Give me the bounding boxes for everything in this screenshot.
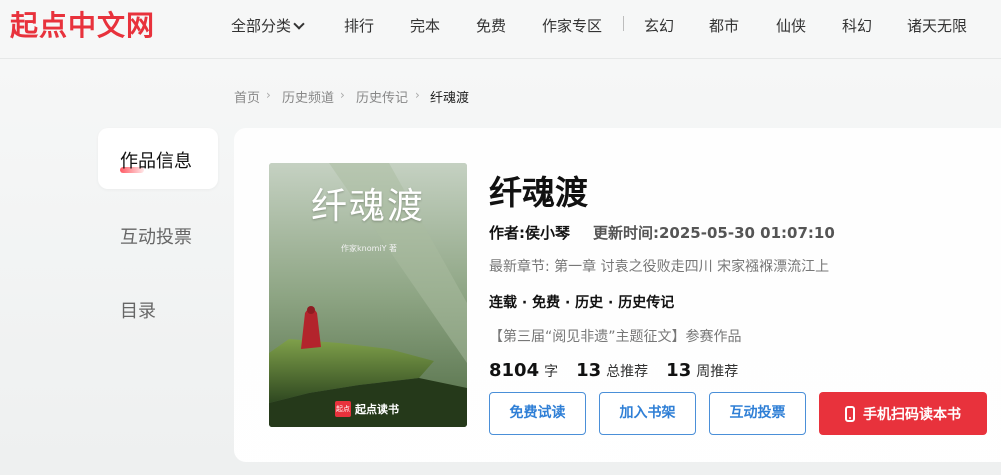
nav-genre-xuanhuan[interactable]: 玄幻 xyxy=(644,15,674,36)
side-tab-work-info-label: 作品信息 xyxy=(120,151,192,172)
site-logo[interactable]: 起点中文网 xyxy=(10,4,155,44)
word-count: 8104 xyxy=(489,360,540,381)
phone-icon xyxy=(845,405,855,422)
nav-item-ranking[interactable]: 排行 xyxy=(344,15,374,36)
chevron-right-icon: › xyxy=(340,88,345,102)
nav-genre-xianxia[interactable]: 仙侠 xyxy=(776,15,806,36)
tag-history[interactable]: 历史 xyxy=(575,295,603,311)
chevron-right-icon: › xyxy=(266,88,271,102)
weekly-recommend-label: 周推荐 xyxy=(696,364,739,380)
nav-all-categories[interactable]: 全部分类 xyxy=(231,15,305,36)
update-time: 2025-05-30 01:07:10 xyxy=(659,224,835,242)
vote-button[interactable]: 互动投票 xyxy=(709,392,806,435)
author-line: 作者:侯小琴 xyxy=(489,222,570,243)
latest-chapter-line: 最新章节: 第一章 讨袁之役败走四川 宋家襁褓漂流江上 xyxy=(489,256,829,276)
cover-author: 作家knomiY 著 xyxy=(341,244,398,253)
breadcrumb-history-channel[interactable]: 历史频道 xyxy=(282,87,334,106)
cover-badge: 起点 起点读书 xyxy=(335,401,399,417)
tag-free: 免费 xyxy=(532,295,561,311)
side-tab-vote[interactable]: 互动投票 xyxy=(120,223,192,249)
nav-genre-scifi[interactable]: 科幻 xyxy=(842,15,872,36)
total-recommend-count: 13 xyxy=(576,360,602,381)
latest-chapter-link[interactable]: 第一章 讨袁之役败走四川 宋家襁褓漂流江上 xyxy=(554,259,829,275)
author-label: 作者: xyxy=(489,224,525,242)
book-tags: 连载 · 免费 · 历史 · 历史传记 xyxy=(489,295,675,311)
book-stats: 8104 字 13 总推荐 13 周推荐 xyxy=(489,360,756,381)
book-cover[interactable]: 纤魂渡 作家knomiY 著 起点 起点读书 xyxy=(269,163,467,427)
tag-history-biography[interactable]: 历史传记 xyxy=(618,295,674,311)
add-to-shelf-button[interactable]: 加入书架 xyxy=(599,392,696,435)
word-count-unit: 字 xyxy=(544,364,559,380)
chevron-down-icon xyxy=(293,18,305,30)
book-title: 纤魂渡 xyxy=(489,173,588,212)
update-label: 更新时间: xyxy=(593,224,659,242)
scan-to-read-button[interactable]: 手机扫码读本书 xyxy=(819,392,987,435)
nav-genre-infinite[interactable]: 诸天无限 xyxy=(907,15,967,36)
weekly-recommend-count: 13 xyxy=(666,360,692,381)
cover-badge-text: 起点读书 xyxy=(355,403,399,416)
side-tab-work-info[interactable]: 作品信息 xyxy=(98,128,218,189)
qidian-logo-icon: 起点 xyxy=(335,401,351,417)
scan-to-read-label: 手机扫码读本书 xyxy=(863,406,961,423)
nav-item-finished[interactable]: 完本 xyxy=(410,15,440,36)
nav-item-author-zone[interactable]: 作家专区 xyxy=(542,15,602,36)
tag-status: 连载 xyxy=(489,295,517,311)
update-line: 更新时间:2025-05-30 01:07:10 xyxy=(593,222,835,243)
latest-chapter-label: 最新章节: xyxy=(489,259,550,275)
nav-divider xyxy=(623,16,624,31)
nav-item-free[interactable]: 免费 xyxy=(476,15,506,36)
breadcrumb-history-biography[interactable]: 历史传记 xyxy=(356,87,408,106)
breadcrumb-home[interactable]: 首页 xyxy=(234,87,260,106)
event-label[interactable]: 【第三届“阅见非遗”主题征文】参赛作品 xyxy=(489,326,742,346)
cover-title: 纤魂渡 xyxy=(311,186,426,227)
author-name[interactable]: 侯小琴 xyxy=(525,224,570,242)
nav-all-categories-label: 全部分类 xyxy=(231,17,292,35)
free-read-button[interactable]: 免费试读 xyxy=(489,392,586,435)
total-recommend-label: 总推荐 xyxy=(606,364,649,380)
side-tab-catalog[interactable]: 目录 xyxy=(120,297,156,323)
top-nav: 起点中文网 全部分类 排行 完本 免费 作家专区 玄幻 都市 仙侠 科幻 诸天无… xyxy=(0,0,1001,59)
chevron-right-icon: › xyxy=(415,88,420,102)
breadcrumb-current: 纤魂渡 xyxy=(430,91,470,106)
nav-genre-urban[interactable]: 都市 xyxy=(709,15,739,36)
